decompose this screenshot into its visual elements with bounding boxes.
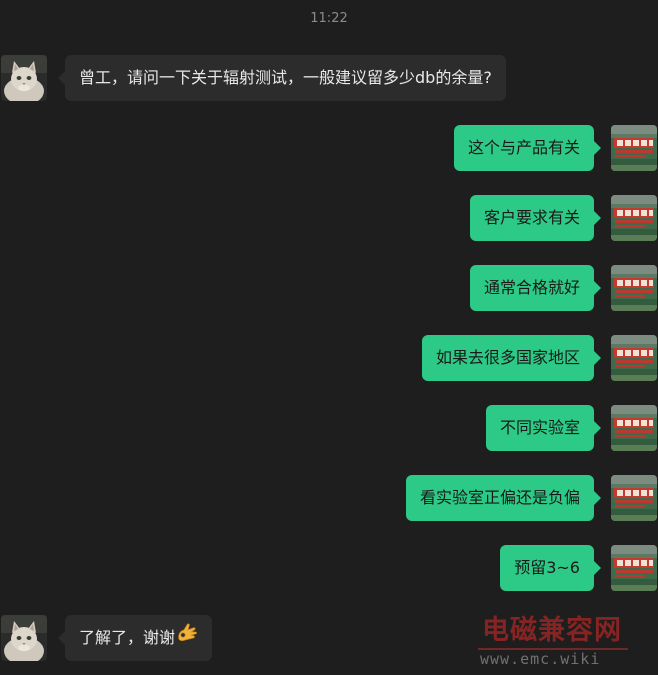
- message-bubble[interactable]: 了解了，谢谢: [57, 614, 213, 661]
- chat-message-outgoing: 通常合格就好: [0, 265, 658, 311]
- message-bubble[interactable]: 通常合格就好: [469, 265, 602, 311]
- message-text: 预留3~6: [514, 558, 580, 577]
- chat-message-outgoing: 如果去很多国家地区: [0, 335, 658, 381]
- chat-message-incoming: 了解了，谢谢: [0, 615, 658, 661]
- chat-window: 11:22 曾工，请问一下关于辐射测试，一般建议留多少db的余量? 这个与产品有…: [0, 0, 658, 675]
- message-text: 了解了，谢谢: [79, 628, 176, 647]
- message-text: 这个与产品有关: [467, 138, 580, 157]
- message-text: 曾工，请问一下关于辐射测试，一般建议留多少db的余量?: [79, 68, 492, 87]
- message-bubble[interactable]: 看实验室正偏还是负偏: [405, 475, 602, 521]
- cat-avatar-icon[interactable]: [1, 55, 47, 101]
- user-avatar-icon[interactable]: [611, 195, 657, 241]
- user-avatar-icon[interactable]: [611, 265, 657, 311]
- user-avatar-icon[interactable]: [611, 125, 657, 171]
- message-text: 如果去很多国家地区: [435, 348, 580, 367]
- chat-message-outgoing: 看实验室正偏还是负偏: [0, 475, 658, 521]
- ok-hand-emoji-icon: [176, 614, 198, 660]
- message-bubble[interactable]: 客户要求有关: [469, 195, 602, 241]
- cat-avatar-icon[interactable]: [1, 615, 47, 661]
- user-avatar-icon[interactable]: [611, 545, 657, 591]
- message-bubble[interactable]: 曾工，请问一下关于辐射测试，一般建议留多少db的余量?: [58, 55, 506, 101]
- message-bubble[interactable]: 这个与产品有关: [453, 125, 602, 171]
- chat-message-outgoing: 这个与产品有关: [0, 125, 658, 171]
- message-text: 客户要求有关: [483, 208, 580, 227]
- user-avatar-icon[interactable]: [611, 405, 657, 451]
- chat-message-incoming: 曾工，请问一下关于辐射测试，一般建议留多少db的余量?: [0, 55, 658, 101]
- message-timestamp: 11:22: [310, 11, 348, 26]
- message-bubble[interactable]: 如果去很多国家地区: [421, 335, 602, 381]
- message-bubble[interactable]: 不同实验室: [485, 405, 602, 451]
- message-text: 看实验室正偏还是负偏: [419, 488, 580, 507]
- chat-message-outgoing: 不同实验室: [0, 405, 658, 451]
- message-text: 不同实验室: [499, 418, 580, 437]
- user-avatar-icon[interactable]: [611, 335, 657, 381]
- chat-message-outgoing: 客户要求有关: [0, 195, 658, 241]
- message-text: 通常合格就好: [483, 278, 580, 297]
- chat-message-outgoing: 预留3~6: [0, 545, 658, 591]
- user-avatar-icon[interactable]: [611, 475, 657, 521]
- message-bubble[interactable]: 预留3~6: [500, 545, 601, 591]
